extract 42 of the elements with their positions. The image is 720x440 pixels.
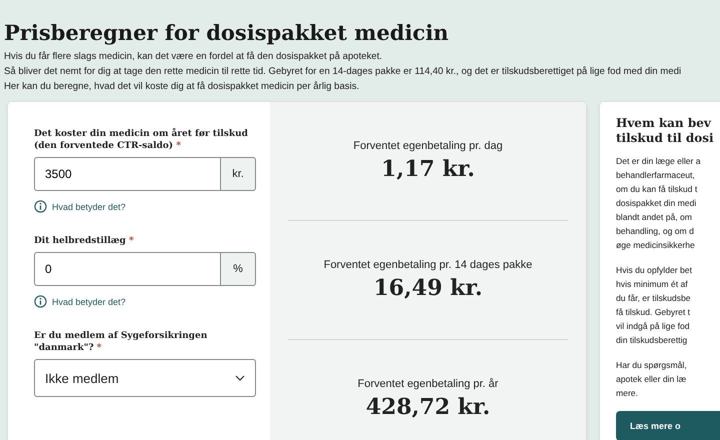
read-more-button[interactable]: Læs mere o (616, 411, 720, 440)
result-label: Forventet egenbetaling pr. år (358, 378, 498, 390)
info-text: Har du spørgsmål, (616, 359, 687, 372)
field-label: Er du medlem af Sygeforsikringen "danmark"? * (34, 330, 208, 354)
info-icon (34, 200, 47, 213)
unit-label: % (220, 252, 256, 286)
select-field[interactable]: Ikke medlem (34, 359, 256, 397)
page-title: Prisberegner for dosispakket medicin (4, 20, 450, 45)
unit-label: kr. (220, 157, 256, 191)
info-icon (34, 295, 47, 308)
help-link[interactable]: Hvad betyder det? (52, 296, 126, 306)
info-text: øge medicinsikkerhe (616, 239, 695, 252)
info-text: få tilskud. Gebyret t (616, 306, 690, 319)
info-text: mere. (616, 387, 638, 400)
result-amount: 16,49 kr. (373, 275, 483, 301)
info-text: blandt andet på, om (616, 211, 692, 224)
help-link[interactable]: Hvad betyder det? (52, 202, 126, 212)
result-label: Forventet egenbetaling pr. 14 dages pakke (324, 259, 532, 271)
input-field[interactable]: 0 (34, 252, 220, 286)
info-text: Hvis du opfylder bet (616, 264, 692, 277)
info-text: behandling, og om d (616, 225, 694, 238)
result-label: Forventet egenbetaling pr. dag (353, 140, 503, 152)
field-label: Dit helbredstillæg * (34, 235, 135, 247)
info-text: hvis minimum ét af (616, 278, 688, 291)
info-text: vil indgå på lige fod (616, 320, 690, 333)
result-amount: 428,72 kr. (366, 394, 490, 420)
info-text: om du kan få tilskud t (616, 183, 698, 196)
intro-text: Her kan du beregne, hvad det vil koste dig at få dosispakket medicin per årlig basis. (4, 80, 360, 94)
result-amount: 1,17 kr. (381, 156, 475, 182)
chevron-icon (235, 375, 245, 381)
input-field[interactable]: 3500 (34, 157, 220, 191)
intro-text: Hvis du får flere slags medicin, kan det være en fordel at få den dosispakket på apoteket. (4, 50, 384, 64)
info-text: Det er din læge eller a (616, 155, 701, 168)
info-text: din tilskudsberettig (616, 334, 688, 347)
info-heading: tilskud til dosi (616, 131, 714, 146)
info-text: behandlerfarmaceut, (616, 169, 695, 182)
intro-text: Så bliver det nemt for dig at tage den rette medicin til rette tid. Gebyret for en 14-dages pakke er 114,40 kr., og det er tilskudsberettiget på lige fod med din medi (4, 65, 682, 79)
info-text: du får, er tilskudsbe (616, 292, 691, 305)
info-text: dosispakket din medi (616, 197, 696, 210)
info-text: apotek eller din læ (616, 373, 686, 386)
info-heading: Hvem kan bev (616, 116, 711, 131)
field-label: Det koster din medicin om året før tilskud (den forventede CTR-saldo) * (34, 128, 249, 152)
